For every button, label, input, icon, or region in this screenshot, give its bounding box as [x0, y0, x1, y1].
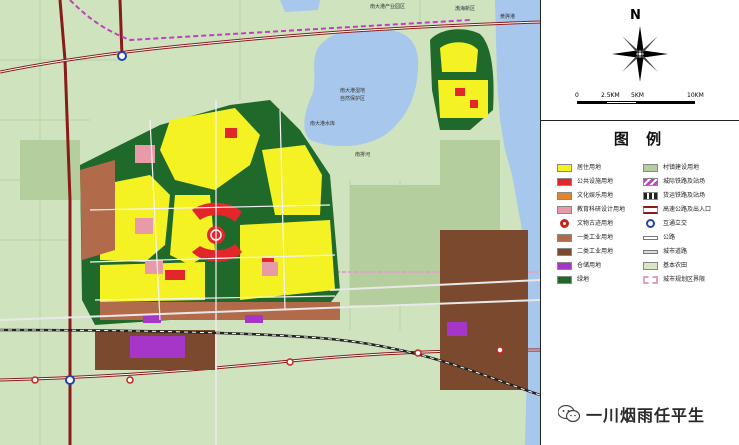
legend-item: 村镇建设用地: [643, 162, 699, 173]
watermark: 一川烟雨任平生: [558, 400, 705, 428]
legend-item: 高速公路及出入口: [643, 204, 711, 215]
legend-item: 文物古迹用地: [557, 218, 613, 229]
legend-swatch: [643, 261, 658, 270]
legend-item: 仓储用地: [557, 260, 601, 271]
place-label-4: 南排河: [355, 151, 370, 158]
legend-item: 文化娱乐用地: [557, 190, 613, 201]
legend-item: 二类工业用地: [557, 246, 613, 257]
north-arrow-box: N 0 2.5KM 5KM 10KM: [541, 0, 739, 121]
legend-label: 货运铁路及站场: [663, 192, 706, 199]
legend-item: 公路: [643, 232, 675, 243]
legend-item: 绿地: [557, 274, 589, 285]
legend-label: 一类工业用地: [577, 234, 614, 241]
lake-label-1: 南大港湿地: [340, 87, 365, 94]
legend-item: 城市规划区界限: [643, 274, 705, 285]
scale-tick-1: 2.5KM: [601, 92, 620, 99]
legend-swatch: [643, 191, 658, 200]
scale-tick-2: 5KM: [631, 92, 644, 99]
scale-bar-line: [577, 101, 695, 104]
pond: [280, 0, 320, 12]
legend-swatch: [557, 247, 572, 256]
north-label: N: [630, 8, 641, 23]
legend-swatch: [560, 219, 569, 228]
legend-swatch: [643, 205, 658, 214]
legend-title: 图 例: [613, 130, 668, 148]
wechat-icon: [558, 405, 580, 423]
watermark-text: 一川烟雨任平生: [586, 406, 706, 425]
place-label-2: 渤海新区: [455, 5, 475, 12]
place-label-3: 南大港产业园区: [370, 3, 405, 10]
legend-label: 绿地: [577, 276, 590, 283]
legend-swatch: [557, 177, 572, 186]
legend-item: 基本农田: [643, 260, 687, 271]
legend-label: 教育科研设计用地: [577, 206, 626, 213]
legend-label: 城市规划区界限: [663, 276, 706, 283]
legend-swatch: [557, 261, 572, 270]
legend-swatch: [643, 177, 658, 186]
legend-swatch: [643, 249, 658, 254]
legend-item: 居住用地: [557, 162, 601, 173]
legend-swatch: [646, 219, 655, 228]
legend-label: 二类工业用地: [577, 248, 614, 255]
legend-swatch: [643, 235, 658, 240]
legend-label: 互通立交: [663, 220, 688, 227]
scale-tick-0: 0: [575, 92, 579, 99]
legend-item: 教育科研设计用地: [557, 204, 625, 215]
legend-label: 基本农田: [663, 262, 688, 269]
legend-item: 一类工业用地: [557, 232, 613, 243]
legend-label: 仓储用地: [577, 262, 602, 269]
legend-label: 公共设施用地: [577, 178, 614, 185]
legend-item: 互通立交: [643, 218, 687, 229]
legend-item: 货运铁路及站场: [643, 190, 705, 201]
legend-swatch: [557, 233, 572, 242]
legend-label: 文物古迹用地: [577, 220, 614, 227]
legend-swatch: [557, 205, 572, 214]
legend-swatch: [557, 163, 572, 172]
scale-tick-3: 10KM: [687, 92, 704, 99]
legend-item: 公共设施用地: [557, 176, 613, 187]
legend-label: 村镇建设用地: [663, 164, 700, 171]
legend-item: 城市道路: [643, 246, 687, 257]
legend-label: 城市道路: [663, 248, 688, 255]
legend-swatch: [643, 163, 658, 172]
place-label-1: 黄骅港: [500, 13, 515, 20]
scale-bar: 0 2.5KM 5KM 10KM: [575, 92, 705, 116]
legend-swatch: [557, 191, 572, 200]
map-canvas: 南大港湿地 自然保护区 南大港水库 黄骅港 渤海新区 南大港产业园区 南排河 N…: [0, 0, 739, 445]
legend-item: 城际铁路及站场: [643, 176, 705, 187]
legend-label: 文化娱乐用地: [577, 192, 614, 199]
legend-label: 城际铁路及站场: [663, 178, 706, 185]
compass-icon: [612, 26, 668, 82]
lake-label-3: 南大港水库: [310, 120, 335, 127]
legend-label: 高速公路及出入口: [663, 206, 712, 213]
legend-panel: N 0 2.5KM 5KM 10KM 图 例 居住用地 公共设施用地 文化娱乐用…: [540, 0, 739, 445]
legend-swatch: [643, 275, 658, 284]
legend-swatch: [557, 275, 572, 284]
legend-label: 居住用地: [577, 164, 602, 171]
lake-label-2: 自然保护区: [340, 95, 365, 102]
legend-label: 公路: [663, 234, 676, 241]
